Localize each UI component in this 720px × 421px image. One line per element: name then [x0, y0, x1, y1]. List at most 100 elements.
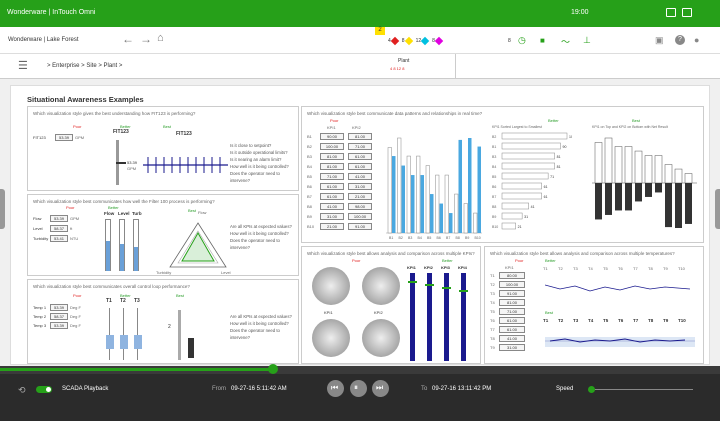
radar-label-turbidity: Turbidity [156, 270, 172, 275]
column-label: Flow [104, 211, 115, 216]
sorted-bar [501, 222, 516, 230]
best-label: Best [163, 124, 172, 129]
bar-kpi1 [416, 155, 421, 234]
alarm-summary[interactable]: 4 8 12 8 [388, 36, 444, 46]
column-band [106, 335, 114, 349]
timeline-progress [0, 368, 272, 371]
to-time[interactable]: 09-27-16 13:11:42 PM [432, 386, 491, 392]
breadcrumb[interactable]: > Enterprise > Site > Plant > [47, 63, 122, 69]
menu-icon[interactable]: ☰ [18, 59, 28, 72]
column-label: T2 [120, 298, 126, 304]
unit-label: GPM [70, 216, 80, 221]
temp-col-label: T10 [678, 266, 685, 271]
playback-toggle[interactable] [36, 386, 52, 393]
column-fill [120, 244, 124, 271]
radar-label-flow: Flow [198, 210, 207, 215]
monitor-icon[interactable]: ▣ [655, 35, 664, 46]
value-box: 53.39 [50, 215, 68, 222]
sorted-bar-value: 61 [544, 195, 548, 199]
temp-box: 71.00 [499, 308, 525, 315]
net-top-bar [634, 150, 643, 184]
unit-label: ft [70, 226, 73, 231]
trend-icon[interactable]: 〜 [561, 35, 570, 48]
row-label: T4 [490, 300, 495, 305]
history-icon[interactable]: ⟲ [18, 385, 26, 396]
temp-col-label-best: T6 [618, 318, 624, 323]
home-icon[interactable]: ⌂ [157, 32, 164, 44]
net-top-bar [674, 168, 683, 184]
camera-icon[interactable]: ■ [540, 36, 545, 45]
user-icon[interactable]: ● [694, 35, 699, 45]
skip-back-icon: ⏮ [331, 383, 339, 392]
site-name[interactable]: Wonderware | Lake Forest [8, 37, 78, 43]
clock: 19:00 [571, 9, 589, 16]
poor-label: Poor [330, 118, 339, 123]
panel-question: Which visualization style best communica… [33, 284, 190, 289]
row-label: T2 [490, 282, 495, 287]
temp-col-label: T8 [648, 266, 653, 271]
title-bar: Wonderware | InTouch Omni 19:00 [0, 0, 720, 27]
alarm-icon [404, 36, 413, 46]
net-top-bar [594, 142, 603, 184]
unit-label: NTU [70, 236, 79, 241]
column-track [137, 308, 138, 360]
poor-label: Poor [73, 124, 82, 129]
column-label: T1 [106, 298, 112, 304]
question-text: Is it close to setpoint? [230, 143, 272, 148]
gauge-kpi4 [362, 319, 400, 357]
panel-question: Which visualization style best communica… [33, 199, 215, 204]
from-time[interactable]: 09-27-16 5:11:42 AM [231, 386, 287, 392]
back-icon[interactable]: ← [122, 32, 134, 46]
temp-col-label: T2 [558, 266, 563, 271]
net-result-chart [592, 137, 697, 228]
row-label: T5 [490, 309, 495, 314]
better-label: Better [545, 258, 556, 263]
column-label: Turb [132, 211, 142, 216]
sorted-bar-label: B6 [492, 185, 496, 189]
kpi1-box: 41.00 [320, 203, 344, 210]
net-bottom-bar [645, 183, 652, 197]
kpi2-box: 61.00 [348, 153, 372, 160]
net-bottom-bar [595, 183, 602, 220]
bar-kpi2 [430, 194, 434, 233]
kpi1-box: 61.00 [320, 193, 344, 200]
fullscreen-icon[interactable] [682, 8, 692, 17]
timeline-handle[interactable] [268, 364, 278, 374]
skip-back-button[interactable]: ⏮ [327, 380, 344, 397]
speed-slider[interactable] [590, 389, 693, 390]
clock-icon[interactable]: ◷ [518, 35, 526, 46]
kpi-bar [461, 273, 466, 361]
temp-col-label-best: T1 [543, 318, 549, 323]
question-list: Are all KPIs at expected values? How well… [230, 313, 298, 341]
row-label: T1 [490, 273, 495, 278]
poor-label: Poor [73, 293, 82, 298]
sorted-bar [501, 192, 542, 200]
net-bottom-bar [685, 183, 692, 224]
gauge-kpi1 [312, 267, 350, 305]
left-scroll-handle[interactable] [0, 189, 5, 229]
playback-label: SCADA Playback [62, 386, 109, 392]
kpi2-box: 21.00 [348, 193, 372, 200]
sorted-bar-value: 31 [524, 215, 528, 219]
sorted-bar [501, 152, 555, 160]
window-icon[interactable] [666, 8, 676, 17]
bar-kpi1 [397, 137, 402, 234]
pause-icon: ⏸ [354, 383, 358, 392]
unit-2: GPM [127, 166, 137, 171]
skip-forward-button[interactable]: ⏭ [372, 380, 389, 397]
right-scroll-handle[interactable] [715, 189, 720, 229]
sorted-bar [501, 142, 561, 150]
panel-question: Which visualization style best allows an… [490, 251, 675, 256]
help-icon[interactable]: ? [675, 35, 685, 45]
sorted-bar-value: 100 [569, 135, 572, 139]
timeline-track[interactable] [0, 364, 720, 374]
plant-title: Plant [398, 58, 410, 64]
speed-handle[interactable] [588, 386, 595, 393]
panel-question: Which visualization style best allows an… [307, 251, 475, 256]
net-result-note: KPI1 on Top and KPI2 on Bottom with Net … [592, 125, 668, 129]
kpi2-box: 31.00 [348, 183, 372, 190]
pin-icon[interactable]: ⊥ [583, 35, 591, 46]
forward-icon[interactable]: → [140, 32, 152, 46]
x-tick-label: B8 [456, 236, 460, 240]
pause-button[interactable]: ⏸ [350, 380, 367, 397]
